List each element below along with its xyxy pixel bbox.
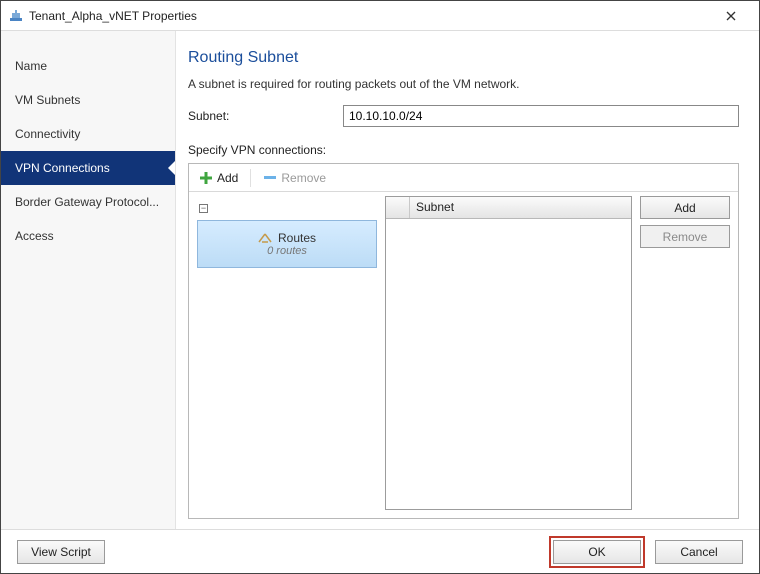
ok-highlight: OK (549, 536, 645, 568)
sidebar-item-vpn-connections[interactable]: VPN Connections (1, 151, 175, 185)
subnet-grid[interactable]: Subnet (385, 196, 632, 510)
dialog-body: Name VM Subnets Connectivity VPN Connect… (1, 31, 759, 529)
grid-buttons: Add Remove (640, 196, 730, 510)
tree-collapse-toggle[interactable]: − (197, 196, 377, 218)
grid-column-subnet[interactable]: Subnet (410, 197, 631, 218)
subnet-label: Subnet: (188, 109, 343, 123)
toolbar-add-label: Add (217, 171, 238, 185)
plus-icon (199, 171, 213, 185)
view-script-button[interactable]: View Script (17, 540, 105, 564)
ok-button[interactable]: OK (553, 540, 641, 564)
connection-tree: − Routes 0 routes (197, 196, 377, 510)
toolbar-remove-label: Remove (281, 171, 326, 185)
toolbar-remove-button[interactable]: Remove (259, 169, 330, 187)
tree-item-routes[interactable]: Routes 0 routes (197, 220, 377, 268)
properties-dialog: Tenant_Alpha_vNET Properties Name VM Sub… (0, 0, 760, 574)
page-description: A subnet is required for routing packets… (188, 77, 739, 91)
grid-remove-button[interactable]: Remove (640, 225, 730, 248)
sidebar-item-access[interactable]: Access (1, 219, 175, 253)
sidebar-item-bgp[interactable]: Border Gateway Protocol... (1, 185, 175, 219)
routes-label: Routes (278, 231, 316, 245)
vpn-connections-panel: Add Remove − (188, 163, 739, 519)
subnet-row: Subnet: (188, 105, 739, 127)
page-heading: Routing Subnet (188, 49, 739, 67)
panel-toolbar: Add Remove (189, 164, 738, 192)
routes-count: 0 routes (267, 245, 307, 257)
sidebar-item-vm-subnets[interactable]: VM Subnets (1, 83, 175, 117)
close-icon (726, 11, 736, 21)
titlebar: Tenant_Alpha_vNET Properties (1, 1, 759, 31)
toolbar-separator (250, 169, 251, 187)
app-icon (9, 9, 23, 23)
sidebar-item-connectivity[interactable]: Connectivity (1, 117, 175, 151)
window-title: Tenant_Alpha_vNET Properties (29, 9, 711, 23)
close-button[interactable] (711, 2, 751, 30)
grid-header-spacer (386, 197, 410, 218)
toolbar-add-button[interactable]: Add (195, 169, 242, 187)
cancel-button[interactable]: Cancel (655, 540, 743, 564)
subnet-input[interactable] (343, 105, 739, 127)
routes-icon (258, 233, 272, 243)
panel-body: − Routes 0 routes S (189, 192, 738, 518)
grid-add-button[interactable]: Add (640, 196, 730, 219)
grid-header: Subnet (386, 197, 631, 219)
minus-icon (263, 174, 277, 182)
specify-label: Specify VPN connections: (188, 143, 739, 157)
sidebar-item-name[interactable]: Name (1, 49, 175, 83)
main-content: Routing Subnet A subnet is required for … (176, 31, 759, 529)
dialog-footer: View Script OK Cancel (1, 529, 759, 573)
sidebar: Name VM Subnets Connectivity VPN Connect… (1, 31, 176, 529)
minus-box-icon: − (199, 204, 208, 213)
